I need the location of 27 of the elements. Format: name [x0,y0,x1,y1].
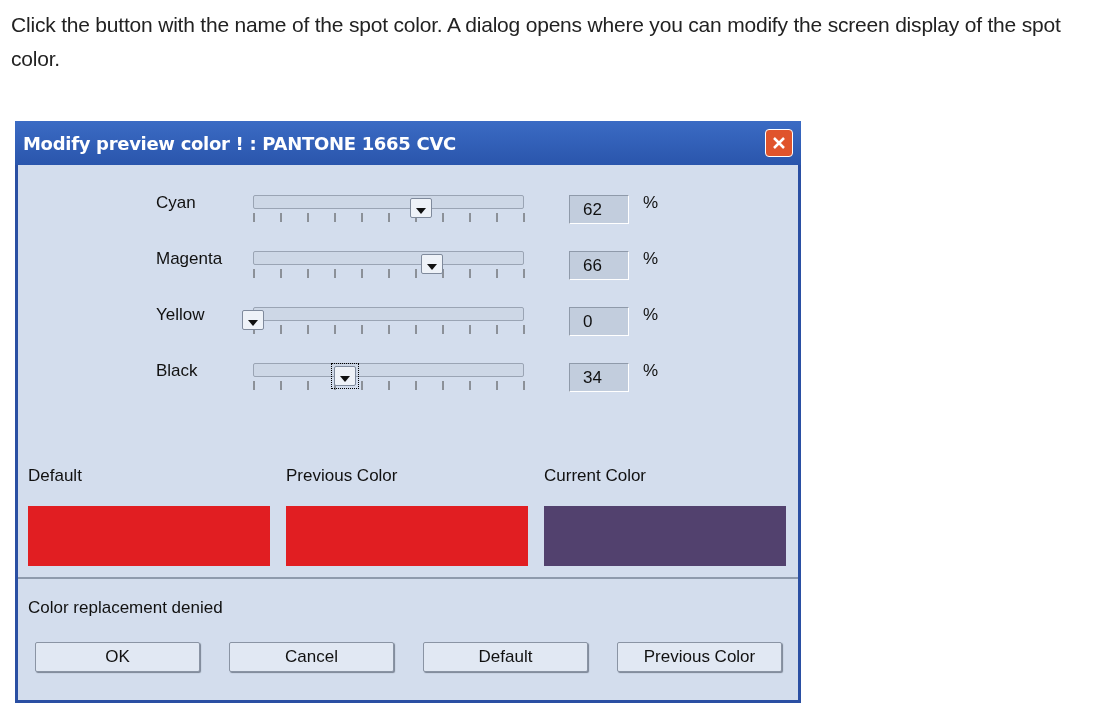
slider-thumb[interactable] [420,254,443,274]
swatch-label: Previous Color [286,465,399,487]
value-field[interactable]: 66 [569,251,629,280]
swatch-label: Current Color [544,465,648,487]
value-field[interactable]: 0 [569,307,629,336]
value-field[interactable]: 62 [569,195,629,224]
channel-label: Yellow [156,304,206,326]
close-icon [771,135,787,151]
dialog-button[interactable]: Cancel [229,642,394,672]
dialog-button[interactable]: Default [423,642,588,672]
unit-label: % [643,360,659,382]
unit-label: % [643,192,659,214]
unit-label: % [643,304,659,326]
close-button[interactable] [765,129,793,157]
status-text: Color replacement denied [27,596,224,619]
value-field[interactable]: 34 [569,363,629,392]
unit-label: % [643,248,659,270]
channel-label: Magenta [156,248,224,270]
channel-label: Black [156,360,199,382]
dialog-button[interactable]: Previous Color [617,642,782,672]
slider-thumb[interactable] [410,198,432,218]
swatch-label: Default [28,465,83,487]
channel-label: Cyan [156,192,197,214]
instruction-text: Click the button with the name of the spot color. A dialog opens where you can modify the screen display of the spot color. [11,12,1062,72]
window-title: Modify preview color ! : PANTONE 1665 CVC [23,131,456,156]
dialog-button[interactable]: OK [35,642,200,672]
slider-thumb[interactable] [242,310,264,330]
